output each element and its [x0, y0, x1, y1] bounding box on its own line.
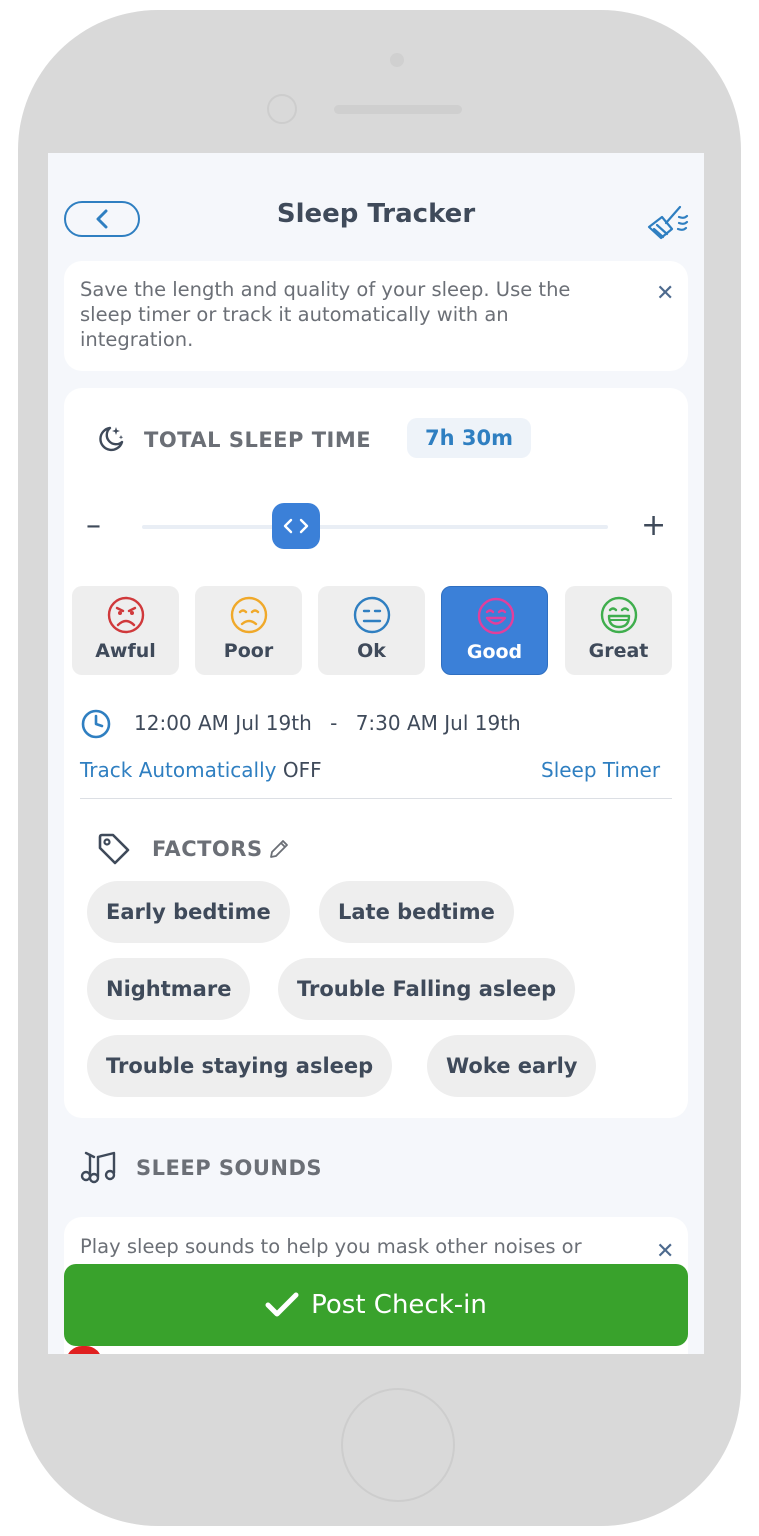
- checkmark-icon: [265, 1292, 299, 1317]
- factor-chip-woke-early[interactable]: Woke early: [427, 1035, 597, 1097]
- info-text: Save the length and quality of your slee…: [80, 278, 571, 351]
- broom-icon[interactable]: [646, 201, 690, 241]
- pencil-icon[interactable]: [268, 838, 290, 860]
- post-check-in-button[interactable]: Post Check-in: [64, 1264, 688, 1346]
- sleep-entry-card: TOTAL SLEEP TIME 7h 30m – + Awful Poor O…: [64, 388, 688, 1118]
- mood-label: Awful: [95, 640, 156, 662]
- music-notes-icon: [80, 1151, 116, 1184]
- mood-great[interactable]: Great: [565, 586, 672, 675]
- end-time[interactable]: 7:30 AM Jul 19th: [356, 711, 521, 735]
- mood-ok[interactable]: Ok: [318, 586, 425, 675]
- sleep-duration-badge: 7h 30m: [407, 418, 531, 458]
- moon-stars-icon: [99, 426, 124, 452]
- start-time[interactable]: 12:00 AM Jul 19th: [134, 711, 312, 735]
- factor-chip-trouble-falling-asleep[interactable]: Trouble Falling asleep: [278, 958, 576, 1020]
- grinning-face-icon: [600, 596, 638, 634]
- track-automatically-row[interactable]: Track Automatically OFF: [80, 758, 322, 782]
- time-range[interactable]: 12:00 AM Jul 19th - 7:30 AM Jul 19th: [134, 711, 521, 735]
- phone-sensor: [390, 53, 404, 67]
- sleep-sounds-label: SLEEP SOUNDS: [136, 1156, 323, 1180]
- clock-icon: [81, 709, 111, 739]
- home-button[interactable]: [341, 1388, 455, 1502]
- close-icon[interactable]: ✕: [656, 1239, 674, 1264]
- factor-chip-late-bedtime[interactable]: Late bedtime: [319, 881, 514, 943]
- angry-face-icon: [107, 596, 145, 634]
- info-card: Save the length and quality of your slee…: [64, 261, 688, 371]
- phone-camera: [267, 94, 297, 124]
- drag-arrows-icon: [283, 518, 308, 534]
- mood-poor[interactable]: Poor: [195, 586, 302, 675]
- neutral-face-icon: [353, 596, 391, 634]
- mood-label: Great: [588, 640, 649, 662]
- duration-slider-handle[interactable]: [271, 503, 320, 549]
- time-separator: -: [330, 711, 338, 735]
- duration-slider-track[interactable]: [142, 525, 608, 529]
- mood-label: Poor: [223, 640, 274, 662]
- tag-icon: [98, 833, 130, 865]
- happy-face-icon: [477, 597, 515, 635]
- factor-chip-nightmare[interactable]: Nightmare: [87, 958, 251, 1020]
- factor-chip-trouble-staying-asleep[interactable]: Trouble staying asleep: [87, 1035, 393, 1097]
- factors-label: FACTORS: [152, 837, 263, 861]
- track-automatically-state: OFF: [282, 758, 322, 782]
- post-check-in-label: Post Check-in: [311, 1290, 487, 1320]
- sad-face-icon: [230, 596, 268, 634]
- phone-speaker: [334, 105, 462, 114]
- sleep-timer-link[interactable]: Sleep Timer: [541, 758, 660, 782]
- mood-awful[interactable]: Awful: [72, 586, 179, 675]
- divider: [80, 798, 672, 799]
- total-sleep-label: TOTAL SLEEP TIME: [144, 428, 372, 452]
- close-icon[interactable]: ✕: [656, 281, 674, 306]
- increase-button[interactable]: +: [641, 508, 666, 543]
- sleep-sounds-info-text: Play sleep sounds to help you mask other…: [80, 1235, 582, 1258]
- track-automatically-link[interactable]: Track Automatically: [80, 758, 276, 782]
- mood-label: Good: [466, 641, 523, 663]
- page-title: Sleep Tracker: [276, 199, 476, 229]
- factor-chip-early-bedtime[interactable]: Early bedtime: [87, 881, 290, 943]
- decrease-button[interactable]: –: [86, 508, 101, 543]
- mood-label: Ok: [357, 640, 386, 662]
- app-screen: Sleep Tracker Save the length and qualit…: [48, 153, 704, 1354]
- mood-good[interactable]: Good: [441, 586, 548, 675]
